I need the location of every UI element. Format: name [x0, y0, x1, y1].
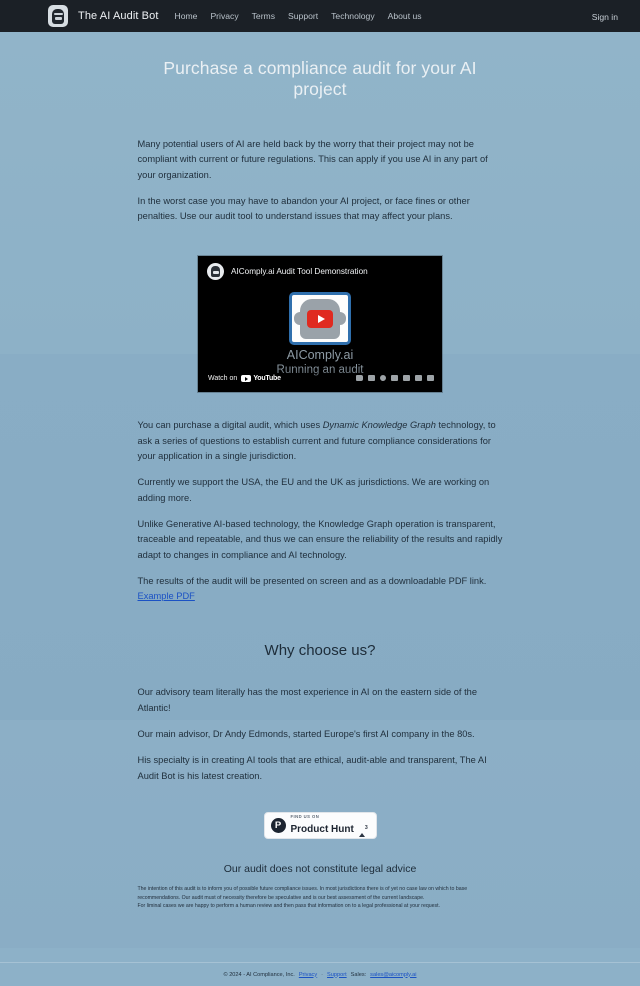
details-p1-emphasis: Dynamic Knowledge Graph	[322, 420, 436, 431]
footer-separator: ·	[321, 971, 324, 978]
hero-paragraph-2: In the worst case you may have to abando…	[137, 195, 470, 222]
footer-privacy-link[interactable]: Privacy	[299, 972, 317, 978]
product-hunt-text: FIND US ON Product Hunt	[290, 813, 354, 836]
disclaimer-body: The intention of this audit is to inform…	[138, 885, 503, 911]
watch-on-youtube-button[interactable]: Watch on YouTube	[204, 372, 285, 384]
example-pdf-link[interactable]: Example PDF	[138, 591, 195, 601]
why-choose-line-1: Our advisory team literally has the most…	[137, 687, 478, 713]
page-content: Purchase a compliance audit for your AI …	[0, 32, 640, 911]
details-p1-part-a: You can purchase a digital audit, which …	[137, 420, 323, 431]
why-choose-section: Why choose us? Our advisory team literal…	[138, 604, 503, 839]
nav-links: Home Privacy Terms Support Technology Ab…	[175, 11, 422, 21]
video-overlay-line-1: AIComply.ai	[286, 348, 354, 363]
youtube-play-icon[interactable]	[307, 309, 333, 328]
product-hunt-badge[interactable]: P FIND US ON Product Hunt 3	[263, 811, 377, 839]
navbar-right: Sign in	[592, 7, 618, 25]
nav-item-support[interactable]: Support	[288, 11, 318, 21]
product-hunt-badge-wrapper: P FIND US ON Product Hunt 3	[138, 811, 503, 839]
details-p4-text: The results of the audit will be present…	[137, 575, 487, 586]
details-paragraph-1: You can purchase a digital audit, which …	[138, 418, 503, 464]
hero-paragraph-1: Many potential users of AI are held back…	[137, 139, 488, 180]
nav-item-about-us[interactable]: About us	[388, 11, 422, 21]
product-hunt-kicker: FIND US ON	[290, 813, 320, 819]
page-title: Purchase a compliance audit for your AI …	[163, 58, 477, 99]
why-choose-title: Why choose us?	[264, 642, 376, 660]
why-choose-line-3: His specialty is in creating AI tools th…	[137, 755, 487, 781]
details-section: You can purchase a digital audit, which …	[138, 392, 503, 604]
disclaimer-line-2: recommendations. Our audit must of neces…	[137, 894, 425, 901]
video-top-bar: AIComply.ai Audit Tool Demonstration	[198, 256, 442, 288]
robot-head-icon	[207, 263, 224, 281]
video-title: AIComply.ai Audit Tool Demonstration	[231, 267, 368, 277]
product-hunt-upvote[interactable]: 3	[358, 816, 370, 838]
nav-item-home[interactable]: Home	[175, 11, 198, 21]
disclaimer-line-3: For liminal cases we are happy to perfor…	[137, 903, 440, 910]
miniplayer-icon[interactable]	[403, 375, 410, 382]
details-paragraph-4: The results of the audit will be present…	[138, 574, 503, 605]
nav-item-terms[interactable]: Terms	[252, 11, 275, 21]
page-root: The AI Audit Bot Home Privacy Terms Supp…	[0, 0, 640, 986]
product-hunt-logo-icon: P	[270, 817, 286, 833]
brand-name: The AI Audit Bot	[78, 10, 159, 22]
product-hunt-count: 3	[364, 825, 368, 832]
hero-section: Purchase a compliance audit for your AI …	[138, 32, 503, 224]
footer-support-link[interactable]: Support	[327, 972, 347, 978]
video-player-controls	[356, 375, 436, 382]
subtitles-icon[interactable]	[368, 375, 375, 382]
settings-icon[interactable]	[380, 375, 386, 382]
fullscreen-icon[interactable]	[427, 375, 434, 382]
footer-sales-email-link[interactable]: sales@aicomply.ai	[370, 972, 416, 978]
volume-icon[interactable]	[356, 375, 363, 382]
footer-copyright: © 2024 - AI Compliance, Inc.	[223, 971, 295, 978]
youtube-logo-icon: YouTube	[241, 374, 281, 382]
product-hunt-name: Product Hunt	[290, 824, 354, 836]
disclaimer-title: Our audit does not constitute legal advi…	[223, 862, 417, 875]
navbar-brand[interactable]: The AI Audit Bot	[48, 5, 159, 27]
autoplay-icon[interactable]	[391, 375, 398, 382]
why-choose-line-2: Our main advisor, Dr Andy Edmonds, start…	[137, 729, 475, 740]
watch-on-label: Watch on	[208, 374, 238, 382]
youtube-video-embed[interactable]: AIComply.ai Audit Tool Demonstration AIC…	[198, 256, 442, 393]
robot-head-icon	[48, 5, 68, 27]
video-thumbnail-card	[289, 292, 351, 346]
disclaimer-section: Our audit does not constitute legal advi…	[138, 839, 503, 911]
video-control-bar: Watch on YouTube	[198, 366, 442, 393]
sign-in-link[interactable]: Sign in	[592, 12, 618, 22]
disclaimer-line-1: The intention of this audit is to inform…	[137, 885, 468, 892]
nav-item-technology[interactable]: Technology	[331, 11, 374, 21]
nav-item-privacy[interactable]: Privacy	[210, 11, 238, 21]
navbar: The AI Audit Bot Home Privacy Terms Supp…	[0, 0, 640, 32]
details-paragraph-3: Unlike Generative AI-based technology, t…	[137, 518, 503, 560]
details-paragraph-2: Currently we support the USA, the EU and…	[137, 477, 490, 503]
youtube-wordmark: YouTube	[253, 374, 281, 382]
footer: © 2024 - AI Compliance, Inc. Privacy · S…	[0, 962, 640, 986]
why-choose-body: Our advisory team literally has the most…	[138, 685, 503, 783]
footer-sales-label: Sales:	[350, 971, 367, 978]
theater-icon[interactable]	[415, 375, 422, 382]
